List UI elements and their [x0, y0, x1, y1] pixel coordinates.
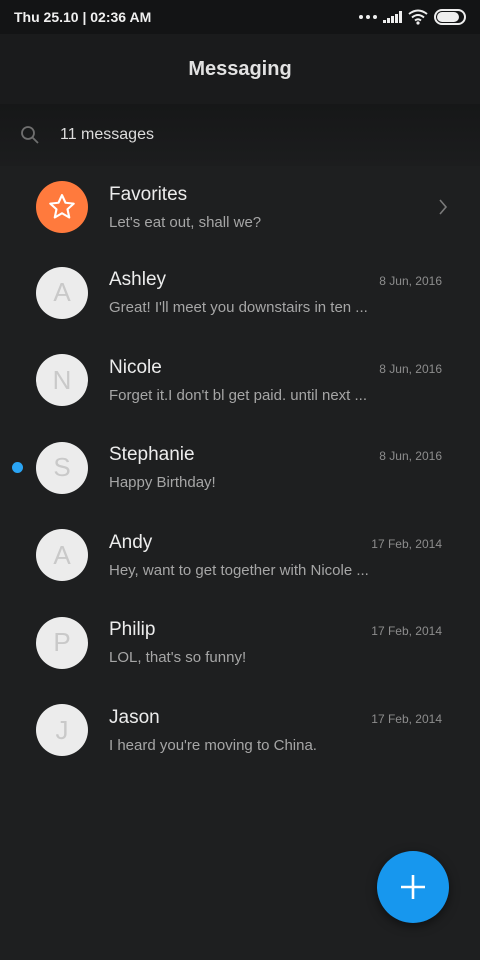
status-bar: Thu 25.10 | 02:36 AM: [0, 0, 480, 34]
conversation-header: Jason 17 Feb, 2014: [109, 707, 442, 729]
search-bar[interactable]: [0, 104, 480, 166]
contact-name: Andy: [109, 531, 153, 553]
contact-name: Favorites: [109, 183, 188, 205]
avatar: P: [36, 616, 88, 669]
message-preview: Great! I'll meet you downstairs in ten .…: [109, 299, 368, 317]
avatar: S: [36, 441, 88, 494]
message-preview: LOL, that's so funny!: [109, 649, 247, 667]
status-time: Thu 25.10 | 02:36 AM: [14, 9, 152, 25]
conversation-body: Nicole 8 Jun, 2016 Forget it.I don't bl ge…: [109, 357, 442, 404]
conversation-item[interactable]: N Nicole 8 Jun, 2016 Forget it.I don't bl g…: [0, 337, 480, 425]
contact-name: Philip: [109, 619, 156, 641]
avatar: J: [36, 704, 88, 757]
avatar: N: [36, 354, 88, 407]
new-message-button[interactable]: [377, 851, 449, 923]
conversation-item[interactable]: A Ashley 8 Jun, 2016 Great! I'll meet you d…: [0, 249, 480, 337]
conversation-body: Stephanie 8 Jun, 2016 Happy Birthday!: [109, 444, 442, 491]
avatar: A: [36, 266, 88, 319]
message-preview: Let's eat out, shall we?: [109, 213, 262, 231]
contact-name: Stephanie: [109, 444, 195, 466]
conversation-header: Philip 17 Feb, 2014: [109, 619, 442, 641]
signal-icon: [383, 11, 402, 23]
message-date: 17 Feb, 2014: [371, 711, 442, 726]
message-date: 8 Jun, 2016: [379, 449, 442, 464]
message-date: 8 Jun, 2016: [379, 361, 442, 376]
conversation-item[interactable]: S Stephanie 8 Jun, 2016 Happy Birthday!: [0, 424, 480, 512]
conversation-body: Jason 17 Feb, 2014 I heard you're moving t…: [109, 707, 442, 754]
star-icon: [49, 194, 75, 219]
message-preview: Forget it.I don't bl get paid. until nex…: [109, 386, 368, 404]
conversation-item[interactable]: A Andy 17 Feb, 2014 Hey, want to get togeth…: [0, 512, 480, 600]
battery-icon: [434, 9, 466, 25]
conversation-header: Andy 17 Feb, 2014: [109, 532, 442, 554]
contact-name: Nicole: [109, 356, 162, 378]
message-preview: I heard you're moving to China.: [109, 736, 317, 754]
page-title: Messaging: [188, 57, 292, 80]
conversation-header: Favorites: [109, 184, 442, 206]
conversation-item[interactable]: P Philip 17 Feb, 2014 LOL, that's so funny!: [0, 599, 480, 687]
message-date: 17 Feb, 2014: [371, 624, 442, 639]
contact-name: Ashley: [109, 269, 167, 291]
conversation-list: Favorites Let's eat out, shall we? A Ashley…: [0, 166, 480, 774]
search-input[interactable]: [60, 126, 440, 144]
message-date: 8 Jun, 2016: [379, 274, 442, 289]
chevron-right-icon: [439, 199, 448, 215]
battery-fill: [437, 12, 460, 22]
wifi-icon: [408, 9, 428, 25]
conversation-header: Stephanie 8 Jun, 2016: [109, 444, 442, 466]
conversation-body: Ashley 8 Jun, 2016 Great! I'll meet you do…: [109, 269, 442, 316]
dots-icon: [359, 15, 377, 19]
plus-icon: [401, 875, 425, 899]
message-date: 17 Feb, 2014: [371, 536, 442, 551]
messaging-screen: Thu 25.10 | 02:36 AM Messaging 11 messag…: [0, 0, 480, 960]
search-icon: [21, 126, 39, 144]
avatar: A: [36, 529, 88, 582]
favorites-item[interactable]: Favorites Let's eat out, shall we?: [0, 166, 480, 248]
message-preview: Happy Birthday!: [109, 474, 216, 492]
contact-name: Jason: [109, 706, 160, 728]
conversation-body: Andy 17 Feb, 2014 Hey, want to get togethe…: [109, 532, 442, 579]
status-icons: [359, 9, 466, 25]
app-header: Messaging: [0, 34, 480, 104]
conversation-item[interactable]: J Jason 17 Feb, 2014 I heard you're moving …: [0, 687, 480, 775]
conversation-header: Ashley 8 Jun, 2016: [109, 269, 442, 291]
message-preview: Hey, want to get together with Nicole ..…: [109, 561, 369, 579]
conversation-body: Philip 17 Feb, 2014 LOL, that's so funny!: [109, 619, 442, 666]
conversation-body: Favorites Let's eat out, shall we?: [109, 184, 442, 231]
conversation-header: Nicole 8 Jun, 2016: [109, 357, 442, 379]
unread-dot: [12, 461, 23, 473]
avatar: [36, 181, 88, 233]
